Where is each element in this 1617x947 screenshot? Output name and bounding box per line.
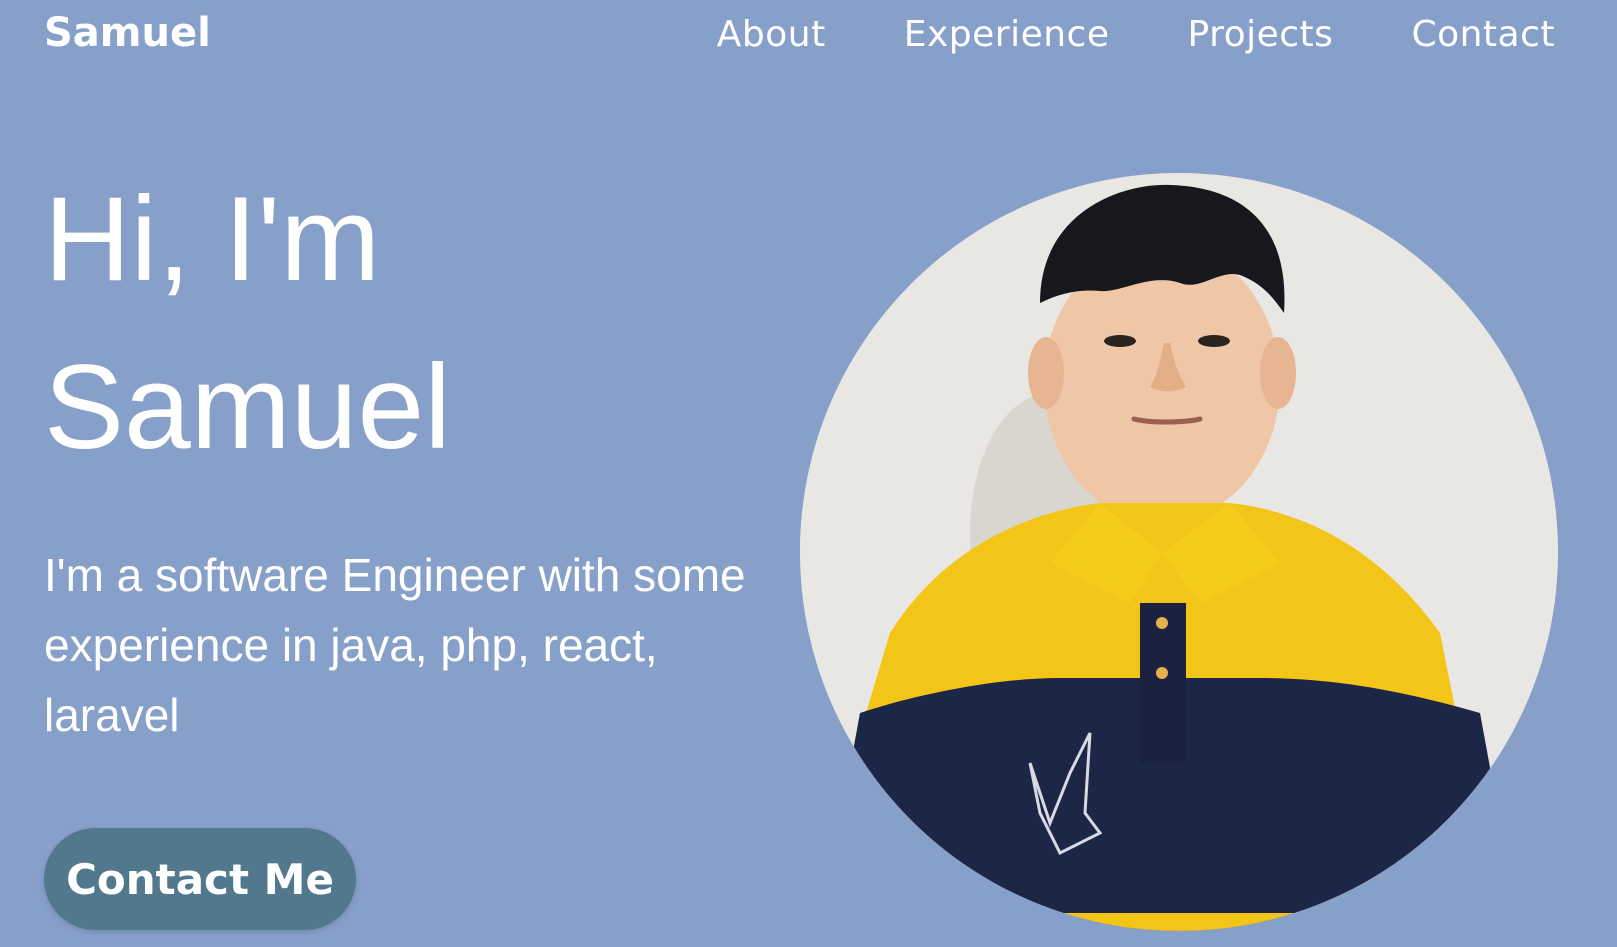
brand-logo[interactable]: Samuel [44,10,211,56]
top-navbar: Samuel About Experience Projects Contact [0,0,1617,80]
hero-section: Hi, I'm Samuel [44,155,764,491]
profile-photo-illustration [800,173,1558,931]
nav-link-projects[interactable]: Projects [1188,14,1334,55]
nav-link-experience[interactable]: Experience [904,14,1110,55]
profile-photo [800,173,1558,931]
nav-link-contact[interactable]: Contact [1411,14,1555,55]
hero-title: Hi, I'm Samuel [44,155,764,491]
contact-me-button[interactable]: Contact Me [44,828,356,930]
hero-greeting-line-1: Hi, I'm [44,172,381,306]
nav-link-about[interactable]: About [717,14,826,55]
hero-description: I'm a software Engineer with some experi… [44,549,746,741]
hero-greeting-line-2: Samuel [44,340,451,474]
nav-links: About Experience Projects Contact [717,14,1555,55]
